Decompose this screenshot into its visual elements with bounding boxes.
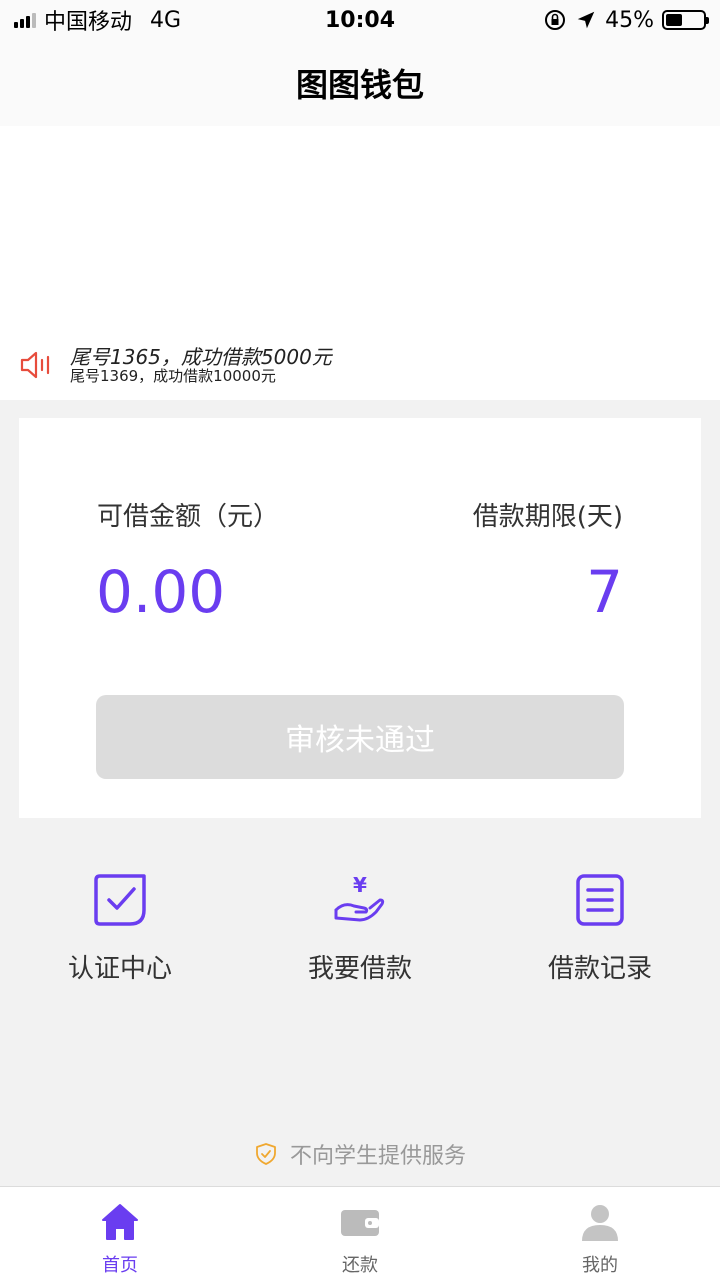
action-label: 借款记录 bbox=[547, 954, 652, 984]
list-document-icon bbox=[576, 874, 624, 926]
action-verification-center[interactable]: 认证中心 bbox=[0, 870, 240, 1010]
status-bar: 中国移动 4G 10:04 45% bbox=[0, 0, 720, 40]
review-status-button[interactable]: 审核未通过 bbox=[96, 695, 624, 779]
notice-line: 尾号1369，成功借款10000元 bbox=[70, 366, 276, 385]
tab-label: 我的 bbox=[582, 1255, 618, 1276]
rotation-lock-icon bbox=[545, 10, 566, 30]
student-notice: 不向学生提供服务 bbox=[0, 1136, 720, 1172]
notice-line: 尾号1365，成功借款5000元 bbox=[70, 344, 332, 369]
notice-lines: 尾号1365，成功借款5000元 尾号1369，成功借款10000元 bbox=[70, 346, 332, 385]
term-value: 7 bbox=[586, 558, 623, 626]
signal-icon bbox=[14, 12, 36, 28]
svg-text:¥: ¥ bbox=[353, 873, 367, 897]
status-left: 中国移动 4G bbox=[14, 4, 181, 36]
home-icon bbox=[102, 1204, 138, 1240]
tab-mine[interactable]: 我的 bbox=[480, 1187, 720, 1280]
checkbox-icon bbox=[94, 874, 146, 926]
network-label: 4G bbox=[150, 7, 182, 33]
action-loan-records[interactable]: 借款记录 bbox=[480, 870, 720, 1010]
user-icon bbox=[582, 1205, 618, 1241]
speaker-icon bbox=[20, 351, 50, 379]
tab-label: 首页 bbox=[102, 1255, 138, 1276]
location-icon bbox=[577, 11, 595, 29]
notice-ticker: 尾号1365，成功借款5000元 尾号1369，成功借款10000元 bbox=[0, 330, 720, 400]
action-label: 我要借款 bbox=[307, 954, 412, 984]
tab-repayment[interactable]: 还款 bbox=[240, 1187, 480, 1280]
status-right: 45% bbox=[543, 7, 709, 33]
wallet-icon bbox=[341, 1210, 379, 1236]
amount-label: 可借金额（元） bbox=[97, 502, 280, 532]
carrier-label: 中国移动 bbox=[44, 10, 133, 35]
term-label: 借款期限(天) bbox=[472, 502, 623, 532]
loan-card: 可借金额（元） 借款期限(天) 0.00 7 审核未通过 bbox=[19, 418, 701, 818]
page-title: 图图钱包 bbox=[295, 66, 424, 104]
tab-home[interactable]: 首页 bbox=[0, 1187, 240, 1280]
battery-label: 45% bbox=[605, 7, 654, 33]
tab-bar: 首页 还款 我的 bbox=[0, 1186, 720, 1280]
action-label: 认证中心 bbox=[67, 954, 172, 984]
nav-bar: 图图钱包 bbox=[0, 40, 720, 126]
action-apply-loan[interactable]: ¥ 我要借款 bbox=[240, 870, 480, 1010]
banner-area[interactable] bbox=[0, 126, 720, 330]
yen-hand-icon: ¥ bbox=[334, 873, 385, 922]
shield-check-icon bbox=[256, 1143, 276, 1165]
quick-actions: 认证中心 ¥ 我要借款 借款记录 bbox=[0, 870, 720, 1010]
amount-value: 0.00 bbox=[96, 558, 226, 626]
tab-label: 还款 bbox=[342, 1255, 378, 1276]
student-notice-text: 不向学生提供服务 bbox=[289, 1144, 466, 1169]
battery-icon bbox=[662, 10, 709, 30]
